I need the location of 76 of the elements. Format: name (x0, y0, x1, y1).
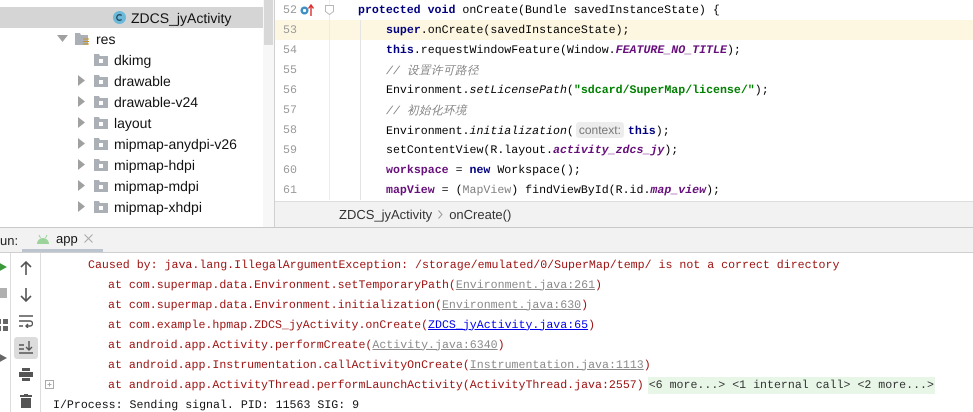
expand-arrow-icon[interactable] (76, 117, 87, 128)
toolbar-button[interactable] (14, 336, 38, 359)
up-arrow-icon (20, 261, 32, 276)
folded-frames-link[interactable]: <6 more...> <1 internal call> <2 more...> (648, 376, 935, 394)
console-line: at com.supermap.data.Environment.initialization(Environment.java:630) (107, 298, 590, 314)
expand-arrow-icon[interactable] (76, 180, 87, 191)
trash-icon (20, 394, 32, 408)
tree-item[interactable]: mipmap-mdpi (0, 175, 263, 196)
console-line: at android.app.Activity.performCreate(Activity.java:6340) (107, 338, 506, 354)
code-line: Environment.initialization( context: this); (385, 122, 670, 138)
console-line: at android.app.ActivityThread.performLaunchActivity(ActivityThread.java:2557) <6 more...> <1 internal call> <2 more...> (41, 375, 973, 395)
breadcrumb[interactable]: ZDCS_jyActivity (339, 207, 432, 222)
expand-arrow-icon[interactable] (76, 159, 87, 170)
breadcrumb[interactable]: onCreate() (449, 207, 512, 222)
expand-arrow-icon[interactable] (76, 75, 87, 86)
expand-arrow-icon[interactable] (76, 201, 87, 212)
line-number: 57 (283, 104, 298, 116)
code-line: workspace = new Workspace(); (385, 164, 581, 176)
override-marker-icon[interactable] (300, 4, 314, 16)
tree-item[interactable]: layout (0, 112, 263, 133)
code-line: protected void onCreate(Bundle savedInstanceState) { (357, 4, 720, 16)
console-line: at android.app.Instrumentation.callActivityOnCreate(Instrumentation.java:1113) (107, 358, 652, 374)
line-number: 55 (283, 64, 298, 76)
tree-item[interactable]: res (0, 28, 263, 49)
folder-icon (94, 54, 108, 66)
soft-wrap-icon (18, 314, 32, 328)
folder-icon (94, 200, 108, 212)
fold-icon[interactable] (325, 5, 334, 15)
resource-folder-icon (75, 32, 90, 46)
code-line: setContentView(R.layout.activity_zdcs_jy); (385, 144, 678, 156)
tree-item[interactable]: dkimg (0, 49, 263, 70)
file-link[interactable]: ZDCS_jyActivity.java:65 (428, 318, 588, 332)
tree-item[interactable]: ZDCS_jyActivity (0, 7, 263, 28)
line-number: 61 (283, 184, 298, 196)
scrollbar-thumb[interactable] (264, 0, 273, 45)
line-number: 60 (283, 164, 298, 176)
expand-arrow-icon[interactable] (76, 96, 87, 107)
console-line: Caused by: java.lang.IllegalArgumentException: /storage/emulated/0/SuperMap/temp/ is not a correct directory (87, 258, 840, 274)
folder-icon (94, 96, 108, 108)
run-tab[interactable]: app (22, 228, 103, 252)
scroll-to-end-icon (18, 341, 32, 354)
code-line: Environment.setLicensePath("sdcard/SuperMap/license/"); (385, 84, 769, 96)
code-line: mapView = (MapView) findViewById(R.id.map_view); (385, 184, 720, 196)
run-label: un: (0, 232, 20, 248)
tree-item[interactable]: mipmap-xhdpi (0, 196, 263, 217)
console-line: at com.supermap.data.Environment.setTemporaryPath(Environment.java:261) (107, 278, 603, 294)
line-number: 52 (283, 4, 298, 16)
code-line: this.requestWindowFeature(Window.FEATURE_NO_TITLE); (385, 44, 741, 56)
line-number: 53 (283, 24, 298, 36)
expand-icon[interactable] (45, 380, 54, 389)
class-icon (113, 11, 126, 24)
folder-icon (94, 138, 108, 150)
console-line: I/Process: Sending signal. PID: 11563 SIG: 9 (52, 398, 360, 412)
close-icon[interactable] (84, 234, 93, 243)
android-icon (36, 234, 50, 244)
folder-icon (94, 116, 108, 128)
tree-item[interactable]: drawable (0, 70, 263, 91)
folder-icon (94, 180, 108, 192)
line-number: 58 (283, 124, 298, 136)
tree-item[interactable]: mipmap-anydpi-v26 (0, 133, 263, 154)
down-arrow-icon (20, 288, 32, 302)
line-number: 54 (283, 44, 298, 56)
code-line: // 初始化环境 (385, 103, 467, 118)
tree-item[interactable]: drawable-v24 (0, 91, 263, 112)
code-line: super.onCreate(savedInstanceState); (385, 24, 630, 36)
collapse-arrow-icon[interactable] (57, 33, 68, 44)
tree-item[interactable]: mipmap-hdpi (0, 154, 263, 175)
folder-icon (94, 74, 108, 86)
code-line: // 设置许可路径 (385, 64, 479, 78)
print-icon (18, 368, 32, 381)
line-number: 59 (283, 144, 298, 156)
chevron-icon (438, 210, 444, 220)
expand-arrow-icon[interactable] (76, 138, 87, 149)
folder-icon (94, 158, 108, 170)
line-number: 56 (283, 84, 298, 96)
console-line: at com.example.hpmap.ZDCS_jyActivity.onCreate(ZDCS_jyActivity.java:65) (107, 318, 596, 334)
